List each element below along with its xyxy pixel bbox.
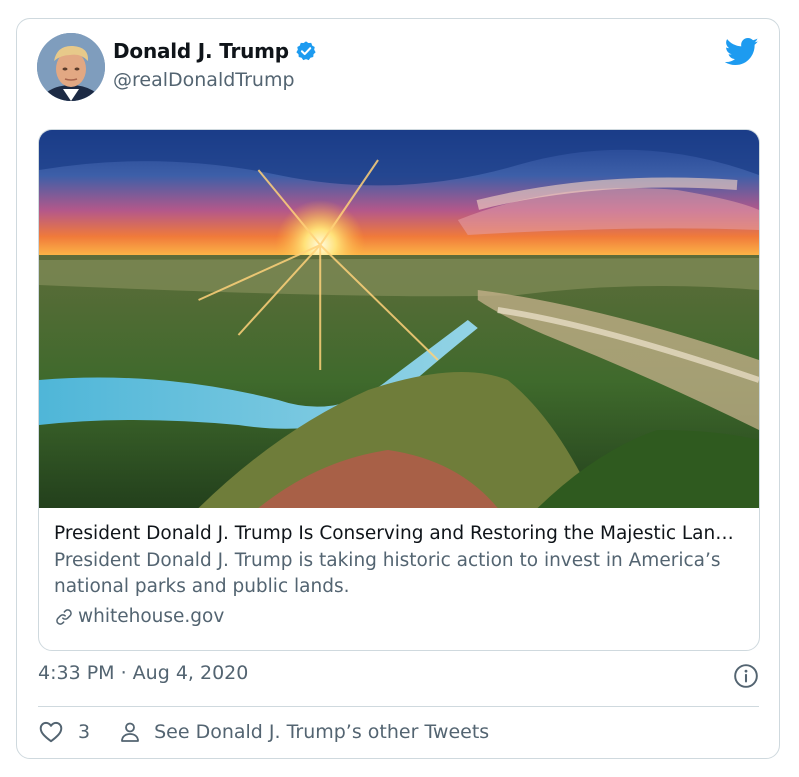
like-button[interactable]: 3 [38,719,90,745]
tweet-embed[interactable]: Donald J. Trump @realDonaldTrump Preside… [16,18,780,759]
card-domain-row[interactable]: whitehouse.gov [54,603,745,631]
card-domain[interactable]: whitehouse.gov [78,603,224,631]
avatar[interactable] [37,33,105,101]
divider [38,706,759,707]
author-name-row[interactable]: Donald J. Trump [113,39,317,63]
author-display-name[interactable]: Donald J. Trump [113,39,289,63]
like-count: 3 [78,721,91,743]
tweet-actions: 3 See Donald J. Trump’s other Tweets [38,719,489,745]
card-title[interactable]: President Donald J. Trump Is Conserving … [54,520,745,548]
heart-icon [39,721,63,743]
card-image [39,130,759,508]
see-other-tweets-link[interactable]: See Donald J. Trump’s other Tweets [118,720,489,744]
author-handle[interactable]: @realDonaldTrump [113,69,295,91]
info-icon[interactable] [733,663,759,689]
link-icon [56,609,72,625]
tweet-timestamp[interactable]: 4:33 PM · Aug 4, 2020 [38,662,248,684]
card-description: President Donald J. Trump is taking hist… [54,550,721,597]
card-text: President Donald J. Trump Is Conserving … [54,520,745,631]
see-other-tweets-label[interactable]: See Donald J. Trump’s other Tweets [154,721,489,743]
verified-badge-icon [295,40,317,62]
twitter-bird-icon[interactable] [725,37,759,67]
avatar-image [37,33,105,101]
link-preview-card[interactable]: President Donald J. Trump Is Conserving … [38,129,760,651]
person-icon [121,722,139,742]
